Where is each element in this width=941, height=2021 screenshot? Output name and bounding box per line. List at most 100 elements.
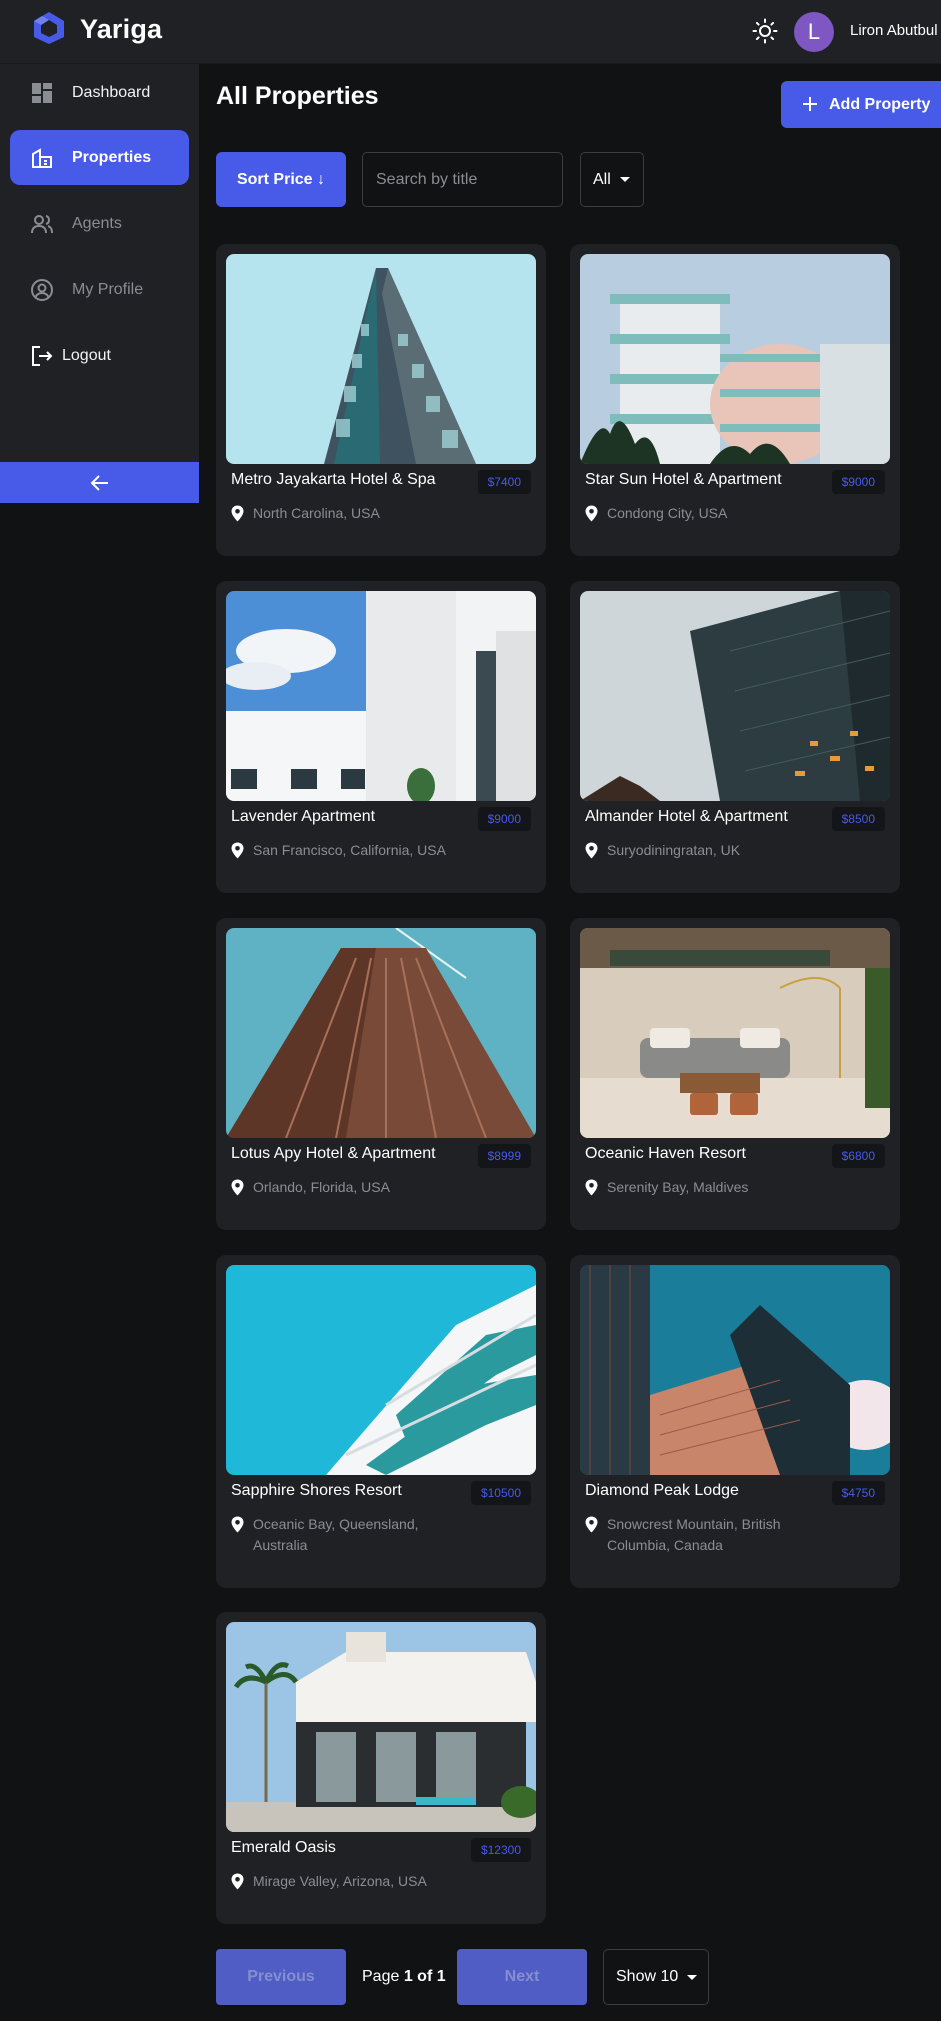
property-card[interactable]: Metro Jayakarta Hotel & Spa $7400 North …: [216, 244, 546, 556]
location-pin-icon: [231, 505, 244, 522]
property-card[interactable]: Lotus Apy Hotel & Apartment $8999 Orland…: [216, 918, 546, 1230]
sidebar-item-logout[interactable]: Logout: [10, 328, 189, 383]
sidebar-item-label: My Profile: [72, 280, 144, 298]
sidebar-item-properties[interactable]: Properties: [10, 130, 189, 185]
sort-price-button[interactable]: Sort Price ↓: [216, 152, 346, 207]
sun-icon[interactable]: [752, 18, 778, 44]
building-photo-image: [226, 1265, 536, 1475]
price-badge: $9000: [831, 470, 885, 494]
property-location: Snowcrest Mountain, British Columbia, Ca…: [607, 1516, 781, 1553]
filter-value: All: [593, 170, 611, 188]
property-type-filter[interactable]: All: [580, 152, 644, 207]
sidebar-collapse-button[interactable]: [0, 462, 199, 503]
property-title: Almander Hotel & Apartment: [585, 808, 788, 825]
sidebar-item-dashboard[interactable]: Dashboard: [10, 65, 189, 120]
building-photo-image: [580, 1265, 890, 1475]
price-badge: $4750: [831, 1481, 885, 1505]
property-photo: [580, 928, 890, 1138]
location-pin-icon: [231, 842, 244, 859]
location-pin-icon: [585, 505, 598, 522]
user-name: Liron Abutbul: [850, 22, 938, 39]
logout-icon: [32, 346, 53, 366]
sidebar-item-agents[interactable]: Agents: [10, 196, 189, 251]
property-card[interactable]: Sapphire Shores Resort $10500 Oceanic Ba…: [216, 1255, 546, 1588]
page-current: 1 of 1: [403, 1968, 446, 1985]
page-indicator: Page 1 of 1: [362, 1968, 446, 1986]
location-pin-icon: [231, 1179, 244, 1196]
property-location: Condong City, USA: [607, 505, 728, 521]
yariga-logo-icon: [34, 12, 64, 44]
caret-down-icon: [687, 1974, 698, 1980]
sidebar-item-my-profile[interactable]: My Profile: [10, 262, 189, 317]
location-pin-icon: [585, 1516, 598, 1533]
building-photo-image: [580, 254, 890, 464]
property-photo: [226, 254, 536, 464]
sidebar-item-label: Logout: [62, 346, 111, 364]
search-input[interactable]: [362, 152, 563, 207]
property-photo: [226, 1265, 536, 1475]
price-badge: $10500: [470, 1481, 531, 1505]
property-photo: [226, 591, 536, 801]
avatar[interactable]: L: [794, 12, 834, 52]
property-location: North Carolina, USA: [253, 505, 380, 521]
add-property-button[interactable]: Add Property: [781, 81, 941, 128]
caret-down-icon: [619, 177, 630, 182]
property-title: Metro Jayakarta Hotel & Spa: [231, 471, 436, 488]
agents-icon: [31, 215, 53, 234]
price-badge: $8999: [477, 1144, 531, 1168]
building-photo-image: [226, 928, 536, 1138]
properties-icon: [32, 148, 52, 168]
property-photo: [226, 1622, 536, 1832]
location-pin-icon: [231, 1516, 244, 1533]
plus-icon: [803, 97, 817, 111]
property-photo: [580, 591, 890, 801]
location-pin-icon: [231, 1873, 244, 1890]
property-title: Star Sun Hotel & Apartment: [585, 471, 782, 488]
property-title: Lavender Apartment: [231, 808, 376, 825]
property-card[interactable]: Emerald Oasis $12300 Mirage Valley, Ariz…: [216, 1612, 546, 1924]
top-header: Yariga L Liron Abutbul: [0, 0, 941, 64]
house-photo-image: [226, 1622, 536, 1832]
property-title: Oceanic Haven Resort: [585, 1145, 746, 1162]
property-photo: [580, 1265, 890, 1475]
brand-name[interactable]: Yariga: [80, 14, 162, 45]
page-prefix: Page: [362, 1968, 400, 1985]
property-title: Diamond Peak Lodge: [585, 1482, 739, 1499]
sidebar-item-label: Agents: [72, 214, 122, 232]
location-pin-icon: [585, 842, 598, 859]
property-card[interactable]: Oceanic Haven Resort $6800 Serenity Bay,…: [570, 918, 900, 1230]
property-card[interactable]: Lavender Apartment $9000 San Francisco, …: [216, 581, 546, 893]
building-photo-image: [226, 591, 536, 801]
interior-photo-image: [580, 928, 890, 1138]
price-badge: $8500: [831, 807, 885, 831]
price-badge: $7400: [477, 470, 531, 494]
sidebar: Dashboard Properties Agents My Profile L…: [0, 64, 199, 503]
previous-page-button[interactable]: Previous: [216, 1949, 346, 2005]
property-location: Orlando, Florida, USA: [253, 1179, 390, 1195]
property-title: Lotus Apy Hotel & Apartment: [231, 1145, 436, 1162]
building-photo-image: [226, 254, 536, 464]
sidebar-item-label: Dashboard: [72, 83, 151, 101]
property-card[interactable]: Almander Hotel & Apartment $8500 Suryodi…: [570, 581, 900, 893]
property-location: Suryodiningratan, UK: [607, 842, 741, 858]
price-badge: $12300: [470, 1838, 531, 1862]
page-size-select[interactable]: Show 10: [603, 1949, 709, 2005]
property-card[interactable]: Star Sun Hotel & Apartment $9000 Condong…: [570, 244, 900, 556]
property-location: Oceanic Bay, Queensland, Australia: [253, 1516, 419, 1553]
price-badge: $9000: [477, 807, 531, 831]
sidebar-item-label: Properties: [72, 148, 152, 166]
location-pin-icon: [585, 1179, 598, 1196]
property-card[interactable]: Diamond Peak Lodge $4750 Snowcrest Mount…: [570, 1255, 900, 1588]
property-location: Mirage Valley, Arizona, USA: [253, 1873, 427, 1889]
property-title: Sapphire Shores Resort: [231, 1482, 402, 1499]
property-photo: [580, 254, 890, 464]
property-location: Serenity Bay, Maldives: [607, 1179, 749, 1195]
page-size-value: Show 10: [616, 1968, 679, 1985]
property-photo: [226, 928, 536, 1138]
building-photo-image: [580, 591, 890, 801]
dashboard-icon: [32, 83, 52, 103]
page-title: All Properties: [216, 82, 379, 110]
next-page-button[interactable]: Next: [457, 1949, 587, 2005]
arrow-left-icon: [90, 474, 108, 491]
property-location: San Francisco, California, USA: [253, 842, 446, 858]
